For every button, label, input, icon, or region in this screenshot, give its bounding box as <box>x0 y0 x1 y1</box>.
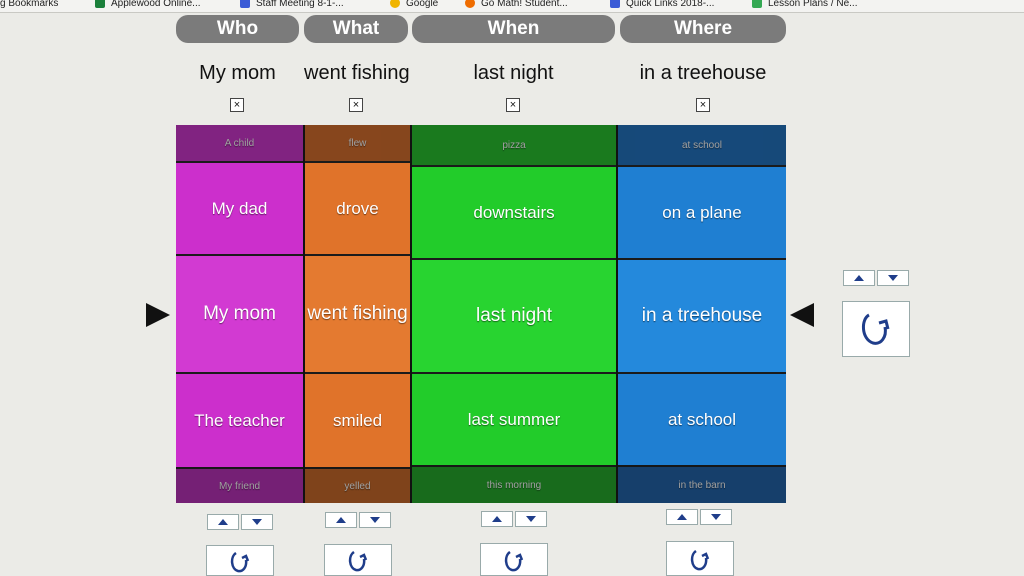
who-down-button[interactable] <box>241 514 273 530</box>
bookmark-item[interactable]: Lesson Plans / Ne... <box>752 0 858 11</box>
reel-cell: My friend <box>176 467 303 503</box>
bookmarks-bar: g Bookmarks Applewood Online... Staff Me… <box>0 0 1024 13</box>
triangle-up-icon <box>854 275 864 281</box>
refresh-icon <box>690 549 710 570</box>
reel-cell: in the barn <box>618 465 786 503</box>
remove-who-button[interactable]: × <box>230 98 244 112</box>
tab-when[interactable]: When <box>412 15 615 43</box>
when-up-button[interactable] <box>481 511 513 527</box>
refresh-icon <box>504 550 524 571</box>
pointer-right-icon <box>146 303 170 327</box>
bookmark-icon <box>240 0 250 9</box>
reel-cell: The teacher <box>176 372 303 467</box>
selected-where: in a treehouse <box>639 62 767 84</box>
triangle-up-icon <box>677 514 687 520</box>
refresh-icon <box>348 550 368 572</box>
bookmark-item[interactable]: g Bookmarks <box>0 0 58 11</box>
triangle-up-icon <box>218 519 228 525</box>
reel-cell: on a plane <box>618 165 786 258</box>
triangle-down-icon <box>526 516 536 522</box>
master-down-button[interactable] <box>877 270 909 286</box>
sentence-reel-grid: A child My dad My mom The teacher My fri… <box>176 125 786 503</box>
reel-cell: this morning <box>412 465 616 503</box>
remove-where-button[interactable]: × <box>696 98 710 112</box>
reel-cell: yelled <box>305 467 410 503</box>
google-icon <box>390 0 400 9</box>
where-spin-button[interactable] <box>666 541 734 576</box>
reel-cell-selected: My mom <box>176 254 303 372</box>
master-up-button[interactable] <box>843 270 875 286</box>
remove-when-button[interactable]: × <box>506 98 520 112</box>
selected-what: went fishing <box>304 62 410 84</box>
reel-cell: My dad <box>176 161 303 254</box>
reel-cell: downstairs <box>412 165 616 258</box>
reel-cell: flew <box>305 125 410 161</box>
reel-cell: drove <box>305 161 410 254</box>
reel-cell: at school <box>618 125 786 165</box>
who-spin-button[interactable] <box>206 545 274 576</box>
reel-cell: A child <box>176 125 303 161</box>
triangle-down-icon <box>252 519 262 525</box>
tab-who[interactable]: Who <box>176 15 299 43</box>
bookmark-item[interactable]: Staff Meeting 8-1-... <box>240 0 344 11</box>
what-down-button[interactable] <box>359 512 391 528</box>
what-spin-button[interactable] <box>324 544 392 576</box>
triangle-down-icon <box>888 275 898 281</box>
triangle-down-icon <box>370 517 380 523</box>
reel-cell: last summer <box>412 372 616 465</box>
where-updown <box>666 509 732 525</box>
bookmark-item[interactable]: Quick Links 2018-... <box>610 0 714 11</box>
tab-what[interactable]: What <box>304 15 408 43</box>
who-updown <box>207 514 273 530</box>
bookmark-icon <box>95 0 105 9</box>
bookmark-item[interactable]: Applewood Online... <box>95 0 201 11</box>
who-up-button[interactable] <box>207 514 239 530</box>
reel-cell-selected: last night <box>412 258 616 372</box>
triangle-up-icon <box>492 516 502 522</box>
refresh-icon <box>230 551 250 572</box>
master-updown <box>843 270 909 286</box>
when-spin-button[interactable] <box>480 543 548 576</box>
where-up-button[interactable] <box>666 509 698 525</box>
selected-who: My mom <box>199 62 276 84</box>
refresh-icon <box>862 313 890 345</box>
bookmark-icon <box>610 0 620 9</box>
bookmark-item[interactable]: Google <box>390 0 438 11</box>
what-updown <box>325 512 391 528</box>
when-updown <box>481 511 547 527</box>
bookmark-item[interactable]: Go Math! Student... <box>465 0 568 11</box>
reel-cell: smiled <box>305 372 410 467</box>
reel-cell-selected: went fishing <box>305 254 410 372</box>
triangle-up-icon <box>336 517 346 523</box>
tab-where[interactable]: Where <box>620 15 786 43</box>
triangle-down-icon <box>711 514 721 520</box>
drive-icon <box>752 0 762 9</box>
pointer-left-icon <box>790 303 814 327</box>
reel-cell: at school <box>618 372 786 465</box>
selected-when: last night <box>473 62 554 84</box>
spin-all-button[interactable] <box>842 301 910 357</box>
reel-cell: pizza <box>412 125 616 165</box>
reel-who[interactable]: A child My dad My mom The teacher My fri… <box>176 125 303 503</box>
where-down-button[interactable] <box>700 509 732 525</box>
reel-when[interactable]: pizza downstairs last night last summer … <box>412 125 616 503</box>
what-up-button[interactable] <box>325 512 357 528</box>
reel-where[interactable]: at school on a plane in a treehouse at s… <box>618 125 786 503</box>
remove-what-button[interactable]: × <box>349 98 363 112</box>
bookmark-icon <box>465 0 475 9</box>
reel-what[interactable]: flew drove went fishing smiled yelled <box>305 125 410 503</box>
reel-cell-selected: in a treehouse <box>618 258 786 372</box>
when-down-button[interactable] <box>515 511 547 527</box>
